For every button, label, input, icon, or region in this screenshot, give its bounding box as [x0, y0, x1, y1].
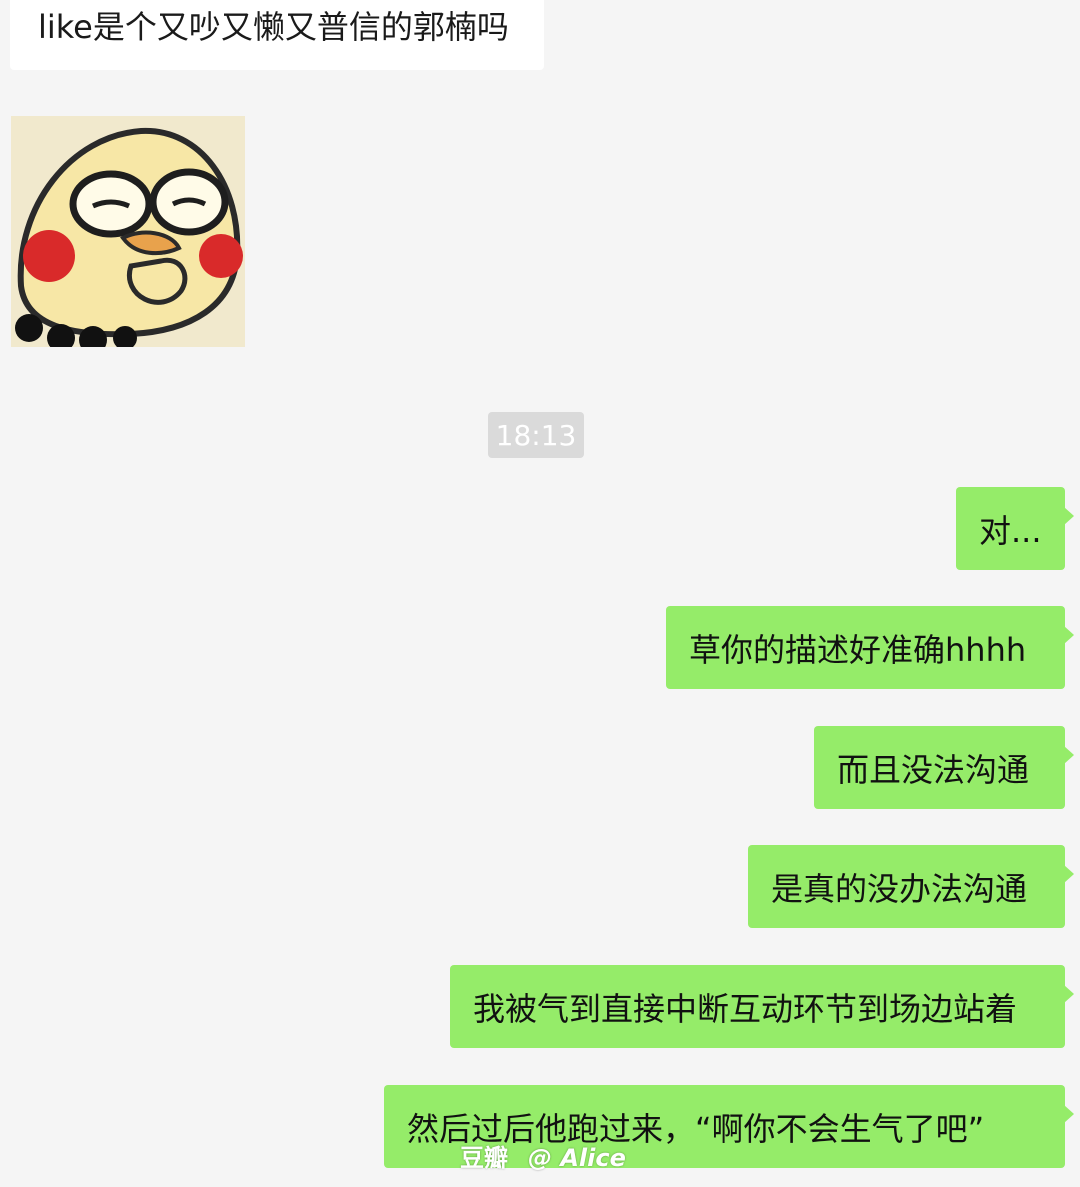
outgoing-message-text: 草你的描述好准确hhhh — [689, 630, 1027, 669]
incoming-message-text: like是个又吵又懒又普信的郭楠吗 — [38, 8, 509, 46]
outgoing-message-text: 而且没法沟通 — [837, 750, 1030, 789]
outgoing-message-bubble[interactable]: 是真的没办法沟通 — [748, 845, 1074, 928]
message-timestamp: 18:13 — [488, 412, 584, 458]
outgoing-message-bubble[interactable]: 草你的描述好准确hhhh — [666, 606, 1074, 689]
outgoing-message-text: 是真的没办法沟通 — [771, 869, 1028, 908]
outgoing-message-text: 对... — [979, 511, 1042, 550]
outgoing-message-bubble[interactable]: 我被气到直接中断互动环节到场边站着 — [450, 965, 1074, 1048]
outgoing-message-bubble[interactable]: 而且没法沟通 — [814, 726, 1074, 809]
watermark-handle: @ Alice — [528, 1144, 626, 1172]
outgoing-message-bubble[interactable]: 对... — [956, 487, 1074, 570]
watermark-site: 豆瓣 — [460, 1144, 508, 1172]
outgoing-message-text: 我被气到直接中断互动环节到场边站着 — [473, 989, 1018, 1028]
blushing-cartoon-sticker-icon — [11, 116, 245, 347]
incoming-message-bubble[interactable]: like是个又吵又懒又普信的郭楠吗 — [10, 0, 544, 70]
douban-watermark: 豆瓣 @ Alice — [460, 1138, 626, 1173]
sticker-message[interactable] — [11, 116, 245, 347]
